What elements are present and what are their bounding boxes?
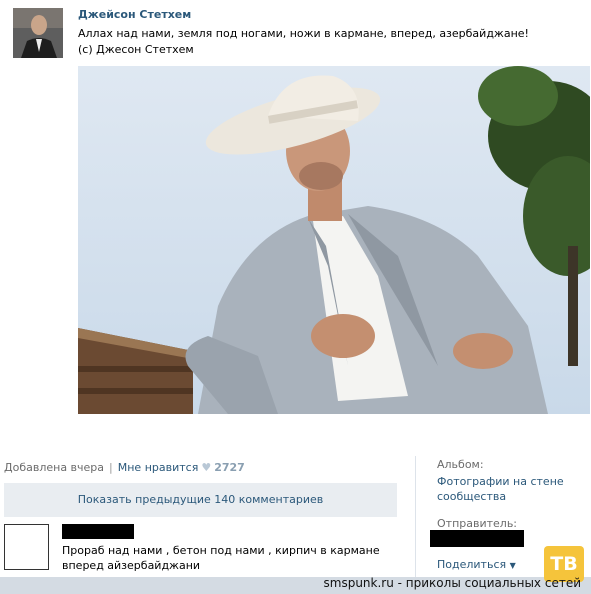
post-text: Аллах над нами, земля под ногами, ножи в… [78, 26, 558, 58]
share-label: Поделиться [437, 558, 507, 571]
comment-text: Прораб над нами , бетон под нами , кирпи… [62, 544, 380, 572]
album-label: Альбом: [437, 458, 484, 471]
show-previous-comments-button[interactable]: Показать предыдущие 140 комментариев [4, 483, 397, 517]
post-actions: Добавлена вчера | Мне нравится ♥ 2727 [4, 461, 245, 474]
post-photo[interactable] [78, 66, 590, 414]
photo-image [78, 66, 590, 414]
post-text-line: Аллах над нами, земля под ногами, ножи в… [78, 27, 529, 40]
comment-avatar[interactable] [4, 524, 49, 570]
watermark-text: smspunk.ru - приколы социальных сетей [323, 576, 581, 590]
album-link[interactable]: Фотографии на стене сообщества [437, 474, 577, 504]
heart-icon[interactable]: ♥ [201, 461, 211, 474]
column-divider [415, 456, 416, 580]
post-author-name[interactable]: Джейсон Стетхем [78, 8, 191, 21]
sender-label: Отправитель: [437, 517, 518, 530]
author-avatar[interactable] [13, 8, 63, 58]
like-button[interactable]: Мне нравится [118, 461, 199, 474]
share-button[interactable]: Поделиться ▼ [437, 558, 516, 571]
comment-author-redacted[interactable] [62, 524, 134, 539]
post-text-line: (с) Джесон Стетхем [78, 43, 194, 56]
likes-count[interactable]: 2727 [214, 461, 245, 474]
chevron-down-icon: ▼ [509, 561, 516, 570]
actions-separator: | [109, 461, 113, 474]
sender-redacted[interactable] [430, 530, 524, 547]
avatar-image [13, 8, 63, 58]
post-date: Добавлена вчера [4, 461, 105, 474]
